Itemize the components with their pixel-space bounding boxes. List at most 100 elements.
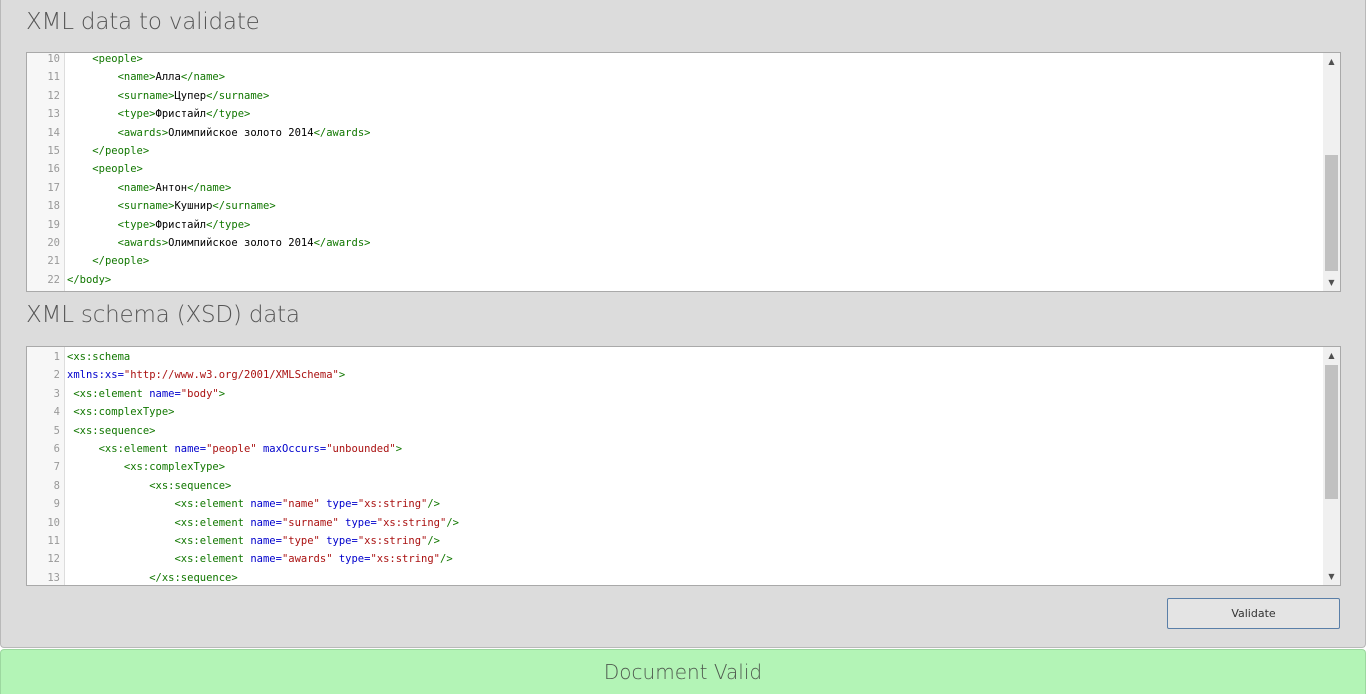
code-token: type= bbox=[319, 498, 358, 511]
code-token: <people> bbox=[92, 53, 143, 65]
code-token: name= bbox=[250, 516, 282, 529]
code-text: </people> bbox=[67, 142, 149, 160]
code-line[interactable]: 5 <xs:sequence> bbox=[27, 422, 1323, 440]
code-token: </name> bbox=[180, 71, 226, 84]
code-text: <people> bbox=[67, 53, 143, 68]
code-line[interactable]: 13 </xs:sequence> bbox=[27, 569, 1323, 585]
code-line[interactable]: 13 <type>Фристайл</type> bbox=[27, 105, 1323, 123]
code-token: <xs:sequence> bbox=[73, 424, 156, 437]
code-token: "unbounded" bbox=[326, 443, 396, 455]
xml-editor[interactable]: 10 <people> 11 <name>Алла</name> 12 <surna… bbox=[26, 52, 1341, 292]
code-line[interactable]: 19 <type>Фристайл</type> bbox=[27, 216, 1323, 234]
line-number: 1 bbox=[53, 351, 60, 363]
code-token: <name> bbox=[117, 71, 156, 84]
code-token: /> bbox=[427, 498, 441, 511]
code-text: <xs:complexType> bbox=[67, 403, 174, 421]
code-text: <xs:sequence> bbox=[67, 422, 156, 440]
code-token: </type> bbox=[206, 218, 251, 231]
scroll-down-icon[interactable]: ▼ bbox=[1323, 274, 1340, 291]
code-line[interactable]: 7 <xs:complexType> bbox=[27, 458, 1323, 476]
code-line[interactable]: 1 <xs:schema bbox=[27, 348, 1323, 366]
code-token: "people" bbox=[206, 443, 257, 455]
code-text: <awards>Олимпийское золото 2014</awards> bbox=[67, 234, 371, 252]
code-token: name= bbox=[250, 535, 282, 547]
scroll-up-icon[interactable]: ▲ bbox=[1323, 53, 1340, 70]
code-text: <xs:element name="awards" type="xs:strin… bbox=[67, 550, 452, 568]
code-text: </body> bbox=[67, 271, 111, 289]
code-line[interactable]: 21 </people> bbox=[27, 252, 1323, 270]
line-number: 21 bbox=[47, 255, 60, 268]
code-text: <surname>Цупер</surname> bbox=[67, 87, 270, 105]
xml-editor-scroll-thumb[interactable] bbox=[1325, 155, 1338, 271]
line-number: 10 bbox=[47, 516, 60, 529]
code-line[interactable]: 12 <surname>Цупер</surname> bbox=[27, 87, 1323, 105]
code-token: Антон bbox=[155, 181, 188, 194]
code-text: <xs:element name="people" maxOccurs="unb… bbox=[67, 440, 402, 458]
code-line[interactable]: 10 <xs:element name="surname" type="xs:s… bbox=[27, 514, 1323, 532]
line-number: 3 bbox=[53, 387, 60, 400]
code-token: </people> bbox=[92, 145, 150, 157]
code-token: </people> bbox=[92, 255, 150, 268]
scroll-up-icon[interactable]: ▲ bbox=[1323, 347, 1340, 364]
code-line[interactable]: 9 <xs:element name="name" type="xs:strin… bbox=[27, 495, 1323, 513]
xsd-editor-scrollbar[interactable]: ▲ ▼ bbox=[1323, 347, 1340, 585]
xsd-editor-lines[interactable]: 1 <xs:schema 2 xmlns:xs="http://www.w3.org/… bbox=[27, 347, 1323, 585]
code-line[interactable]: 22 </body> bbox=[27, 271, 1323, 289]
code-line[interactable]: 6 <xs:element name="people" maxOccurs="u… bbox=[27, 440, 1323, 458]
code-token: <surname> bbox=[117, 89, 175, 102]
line-number: 8 bbox=[53, 479, 60, 492]
scroll-down-icon[interactable]: ▼ bbox=[1323, 568, 1340, 585]
code-line[interactable]: 14 <awards>Олимпийское золото 2014</awar… bbox=[27, 124, 1323, 142]
xml-editor-scrollbar[interactable]: ▲ ▼ bbox=[1323, 53, 1340, 291]
validation-result-banner: Document Valid bbox=[0, 649, 1366, 694]
code-line[interactable]: 11 <name>Алла</name> bbox=[27, 68, 1323, 86]
code-token: > bbox=[395, 443, 403, 455]
code-line[interactable]: 15 </people> bbox=[27, 142, 1323, 160]
code-text: </people> bbox=[67, 252, 149, 270]
code-token: "xs:string" bbox=[370, 553, 440, 566]
code-line[interactable]: 2 xmlns:xs="http://www.w3.org/2001/XMLSch… bbox=[27, 366, 1323, 384]
xsd-editor[interactable]: 1 <xs:schema 2 xmlns:xs="http://www.w3.org/… bbox=[26, 346, 1341, 586]
line-number: 14 bbox=[47, 126, 60, 139]
code-line[interactable]: 10 <people> bbox=[27, 53, 1323, 68]
line-number: 18 bbox=[47, 200, 60, 213]
code-token: Цупер bbox=[174, 89, 207, 102]
code-line[interactable]: 4 <xs:complexType> bbox=[27, 403, 1323, 421]
code-token: <xs:sequence> bbox=[149, 479, 232, 492]
line-number: 2 bbox=[53, 369, 60, 382]
line-number: 13 bbox=[47, 108, 60, 121]
code-token: name= bbox=[250, 498, 282, 511]
code-line[interactable]: 3 <xs:element name="body"> bbox=[27, 385, 1323, 403]
code-line[interactable]: 11 <xs:element name="type" type="xs:stri… bbox=[27, 532, 1323, 550]
code-token: <xs:complexType> bbox=[73, 406, 175, 419]
line-number: 19 bbox=[47, 218, 60, 231]
validator-panel: XML data to validate 10 <people> 11 <name… bbox=[0, 0, 1366, 648]
code-token: name= bbox=[174, 443, 207, 455]
code-token: > bbox=[338, 369, 346, 382]
code-line[interactable]: 20 <awards>Олимпийское золото 2014</awar… bbox=[27, 234, 1323, 252]
xml-editor-lines[interactable]: 10 <people> 11 <name>Алла</name> 12 <surna… bbox=[27, 53, 1323, 291]
code-text: <xs:element name="type" type="xs:string"… bbox=[67, 532, 440, 550]
code-line[interactable]: 17 <name>Антон</name> bbox=[27, 179, 1323, 197]
code-text: <xs:sequence> bbox=[67, 477, 231, 495]
code-token: "http://www.w3.org/2001/XMLSchema" bbox=[123, 369, 339, 382]
code-token: "xs:string" bbox=[357, 498, 428, 511]
line-number: 6 bbox=[53, 443, 60, 455]
code-token: > bbox=[218, 387, 226, 400]
code-text: <xs:schema bbox=[67, 348, 130, 366]
code-line[interactable]: 16 <people> bbox=[27, 160, 1323, 178]
code-token: </awards> bbox=[313, 237, 371, 249]
code-token: <xs:element bbox=[98, 443, 175, 455]
code-line[interactable]: 12 <xs:element name="awards" type="xs:st… bbox=[27, 550, 1323, 568]
line-number: 7 bbox=[53, 461, 60, 474]
code-token: Олимпийское золото 2014 bbox=[168, 126, 314, 139]
code-token: </awards> bbox=[313, 126, 371, 139]
code-text: <name>Алла</name> bbox=[67, 68, 226, 86]
code-token: <people> bbox=[92, 163, 143, 176]
code-line[interactable]: 18 <surname>Кушнир</surname> bbox=[27, 197, 1323, 215]
code-line[interactable]: 8 <xs:sequence> bbox=[27, 477, 1323, 495]
code-text: <name>Антон</name> bbox=[67, 179, 232, 197]
line-number: 15 bbox=[47, 145, 60, 157]
validate-button[interactable]: Validate bbox=[1167, 598, 1340, 629]
xsd-editor-scroll-thumb[interactable] bbox=[1325, 365, 1338, 499]
